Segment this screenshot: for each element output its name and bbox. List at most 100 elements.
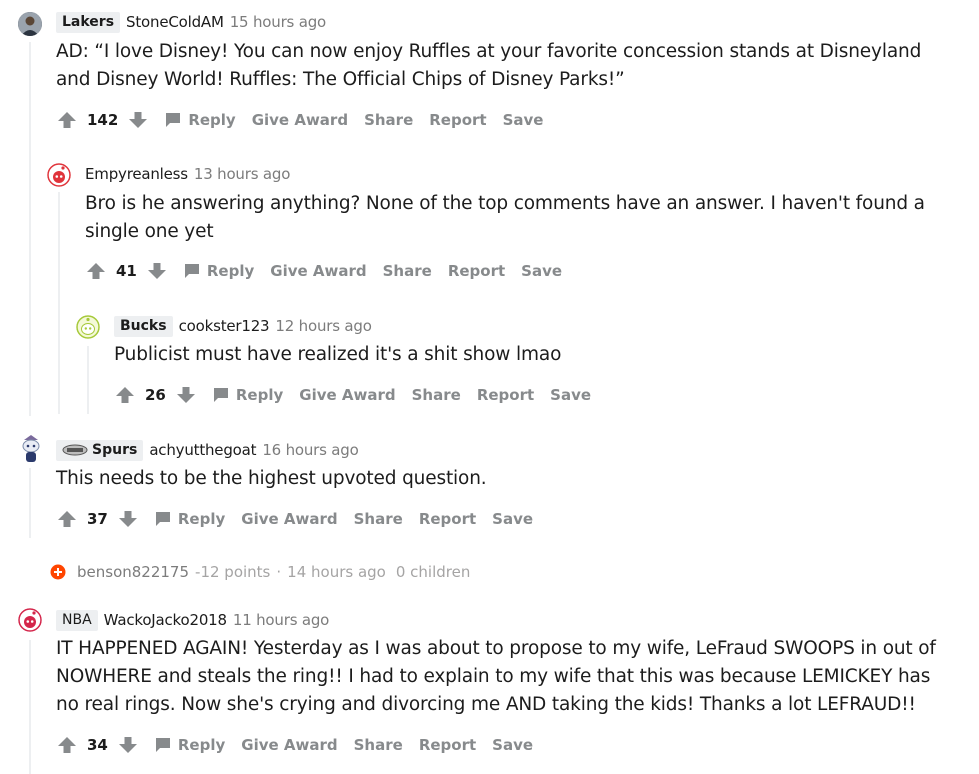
report-button[interactable]: Report xyxy=(429,111,486,129)
comment-meta: Empyreanless 13 hours ago xyxy=(85,163,290,185)
downvote-button[interactable] xyxy=(116,733,140,757)
user-flair[interactable]: Bucks xyxy=(114,315,173,337)
avatar[interactable] xyxy=(76,315,100,339)
author-name[interactable]: Empyreanless xyxy=(85,165,188,183)
vote-score: 37 xyxy=(87,510,108,528)
upvote-button[interactable] xyxy=(84,259,108,283)
reply-button[interactable]: Reply xyxy=(164,111,236,129)
vote-score: 26 xyxy=(145,386,166,404)
upvote-button[interactable] xyxy=(55,507,79,531)
give-award-button[interactable]: Give Award xyxy=(252,111,348,129)
reply-label: Reply xyxy=(177,736,226,754)
collapsed-separator: · xyxy=(276,563,282,581)
author-name[interactable]: cookster123 xyxy=(179,317,270,335)
share-button[interactable]: Share xyxy=(364,111,413,129)
avatar[interactable] xyxy=(18,434,44,464)
upvote-button[interactable] xyxy=(55,108,79,132)
downvote-button[interactable] xyxy=(126,108,150,132)
report-button[interactable]: Report xyxy=(419,510,476,528)
share-button[interactable]: Share xyxy=(383,262,432,280)
comment-meta: Lakers StoneColdAM 15 hours ago xyxy=(56,11,326,33)
comment-meta: NBA WackoJacko2018 11 hours ago xyxy=(56,609,329,631)
downvote-arrow-icon xyxy=(118,737,137,753)
user-flair[interactable]: NBA xyxy=(56,609,98,631)
snoo-avatar-icon xyxy=(18,608,42,632)
comment-body: IT HAPPENED AGAIN! Yesterday as I was ab… xyxy=(56,635,936,719)
save-button[interactable]: Save xyxy=(492,510,533,528)
comment-meta: Spurs achyutthegoat 16 hours ago xyxy=(56,439,359,461)
report-button[interactable]: Report xyxy=(419,736,476,754)
comment-meta: Bucks cookster123 12 hours ago xyxy=(114,315,372,337)
reply-label: Reply xyxy=(188,111,236,129)
share-button[interactable]: Share xyxy=(412,386,461,404)
comment-timestamp[interactable]: 15 hours ago xyxy=(230,13,326,31)
author-name[interactable]: achyutthegoat xyxy=(149,441,256,459)
comment-line: single one yet xyxy=(85,221,214,242)
comment-timestamp[interactable]: 12 hours ago xyxy=(275,317,371,335)
downvote-arrow-icon xyxy=(176,387,195,403)
save-button[interactable]: Save xyxy=(492,736,533,754)
author-name[interactable]: StoneColdAM xyxy=(126,13,224,31)
upvote-arrow-icon xyxy=(87,263,105,279)
downvote-button[interactable] xyxy=(174,383,198,407)
comment-line: Bro is he answering anything? None of th… xyxy=(85,193,925,214)
avatar[interactable] xyxy=(18,12,42,36)
upvote-arrow-icon xyxy=(58,737,76,753)
comment-line: This needs to be the highest upvoted que… xyxy=(56,468,487,489)
thread-line-top[interactable] xyxy=(29,42,31,416)
comment-bubble-icon xyxy=(213,388,228,402)
reply-button[interactable]: Reply xyxy=(154,510,225,528)
collapsed-points: -12 points xyxy=(195,563,271,581)
reply-label: Reply xyxy=(235,386,284,404)
save-button[interactable]: Save xyxy=(521,262,562,280)
downvote-button[interactable] xyxy=(145,259,169,283)
thread-line-reply[interactable] xyxy=(58,192,60,414)
comment-timestamp[interactable]: 11 hours ago xyxy=(233,611,329,629)
snoo-avatar-icon xyxy=(47,163,71,187)
comment-actions: 37 Reply Give Award Share Report Save xyxy=(55,505,533,533)
comment-timestamp[interactable]: 13 hours ago xyxy=(194,165,290,183)
comment-line: IT HAPPENED AGAIN! Yesterday as I was ab… xyxy=(56,638,936,659)
give-award-button[interactable]: Give Award xyxy=(241,736,337,754)
comment-line: NOWHERE and steals the ring!! I had to e… xyxy=(56,666,931,687)
avatar[interactable] xyxy=(47,163,71,187)
collapsed-author[interactable]: benson822175 xyxy=(77,563,189,581)
comment-body: Publicist must have realized it's a shit… xyxy=(114,341,561,369)
upvote-arrow-icon xyxy=(58,511,76,527)
thread-line-spurs[interactable] xyxy=(29,468,31,538)
comment-bubble-icon xyxy=(155,512,170,526)
give-award-button[interactable]: Give Award xyxy=(241,510,337,528)
reply-button[interactable]: Reply xyxy=(154,736,225,754)
avatar-icon xyxy=(18,12,42,36)
report-button[interactable]: Report xyxy=(448,262,505,280)
save-button[interactable]: Save xyxy=(503,111,544,129)
collapsed-time[interactable]: 14 hours ago xyxy=(287,563,386,581)
report-button[interactable]: Report xyxy=(477,386,534,404)
downvote-arrow-icon xyxy=(118,511,137,527)
give-award-button[interactable]: Give Award xyxy=(299,386,395,404)
comment-line: Publicist must have realized it's a shit… xyxy=(114,344,562,365)
user-flair[interactable]: Lakers xyxy=(56,11,121,33)
avatar[interactable] xyxy=(18,608,42,632)
downvote-button[interactable] xyxy=(116,507,140,531)
save-button[interactable]: Save xyxy=(550,386,591,404)
reply-button[interactable]: Reply xyxy=(212,386,283,404)
share-button[interactable]: Share xyxy=(354,510,403,528)
thread-line-nested[interactable] xyxy=(87,346,89,414)
upvote-arrow-icon xyxy=(58,112,76,128)
reply-button[interactable]: Reply xyxy=(183,262,254,280)
thread-line-nba[interactable] xyxy=(29,640,31,774)
collapse-plus-icon[interactable] xyxy=(50,564,66,580)
upvote-button[interactable] xyxy=(113,383,137,407)
share-button[interactable]: Share xyxy=(354,736,403,754)
author-name[interactable]: WackoJacko2018 xyxy=(104,611,227,629)
give-award-button[interactable]: Give Award xyxy=(270,262,366,280)
comment-timestamp[interactable]: 16 hours ago xyxy=(262,441,358,459)
comment-body: Bro is he answering anything? None of th… xyxy=(85,190,925,246)
comment-line: AD: “I love Disney! You can now enjoy Ru… xyxy=(56,41,922,62)
user-flair[interactable]: Spurs xyxy=(56,439,144,461)
upvote-button[interactable] xyxy=(55,733,79,757)
collapsed-comment[interactable]: benson822175 -12 points · 14 hours ago 0… xyxy=(50,563,470,581)
comment-bubble-icon xyxy=(155,738,170,752)
vote-score: 142 xyxy=(87,111,119,129)
